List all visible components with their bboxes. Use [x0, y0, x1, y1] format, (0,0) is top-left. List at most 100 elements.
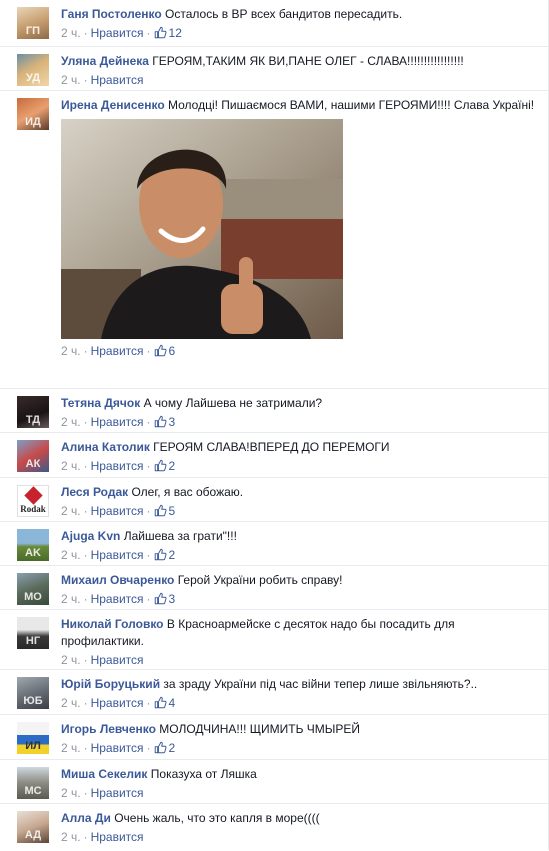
comment-time[interactable]: 2 ч.	[61, 830, 81, 844]
comment-text: за зраду України під час війни тепер лиш…	[163, 677, 478, 691]
comment-author[interactable]: Юрій Боруцький	[61, 677, 160, 691]
like-count[interactable]: 12	[154, 26, 182, 40]
attached-photo[interactable]	[61, 119, 343, 339]
comment-text: Лайшева за грати"!!!	[123, 529, 237, 543]
comment-author[interactable]: Тетяна Дячок	[61, 396, 140, 410]
rodak-logo-text: Rodak	[20, 504, 46, 514]
comment-time[interactable]: 2 ч.	[61, 653, 81, 667]
avatar[interactable]: НГ	[17, 617, 49, 649]
like-count-value: 2	[168, 548, 176, 562]
like-link[interactable]: Нравится	[91, 786, 144, 800]
comment-author[interactable]: Леся Родак	[61, 485, 128, 499]
comment-author[interactable]: Миша Секелик	[61, 767, 147, 781]
like-count-value: 3	[168, 592, 176, 606]
like-count[interactable]: 2	[154, 459, 176, 473]
avatar[interactable]: ИД	[17, 98, 49, 130]
like-link[interactable]: Нравится	[91, 73, 144, 87]
comment-meta: 2 ч. · Нравится · 12	[61, 26, 182, 40]
avatar[interactable]: ИЛ	[17, 722, 49, 754]
comment-meta: 2 ч. · Нравится · 2	[61, 741, 176, 755]
comment-author[interactable]: Уляна Дейнека	[61, 54, 149, 68]
like-count[interactable]: 6	[154, 344, 175, 358]
like-link[interactable]: Нравится	[91, 26, 144, 40]
comment-meta: 2 ч. · Нравится · 4	[61, 696, 176, 710]
comment: УД Уляна Дейнека ГЕРОЯМ,ТАКИМ ЯК ВИ,ПАНЕ…	[0, 46, 548, 91]
comment-meta: 2 ч. · Нравится · 3	[61, 415, 176, 429]
comment-time[interactable]: 2 ч.	[61, 786, 81, 800]
comment-time[interactable]: 2 ч.	[61, 741, 81, 755]
comment: Rodak Леся Родак Олег, я вас обожаю. 2 ч…	[0, 477, 548, 522]
thumbs-up-icon	[154, 741, 167, 754]
comment-text: Показуха от Ляшка	[150, 767, 257, 781]
like-count-value: 12	[168, 26, 182, 40]
comment-author[interactable]: Алина Католик	[61, 440, 150, 454]
like-count-value: 2	[168, 741, 176, 755]
comment-text: Молодці! Пишаємося ВАМИ, нашими ГЕРОЯМИ!…	[168, 98, 535, 112]
comment-author[interactable]: Михаил Овчаренко	[61, 573, 174, 587]
thumbs-up-icon	[154, 459, 167, 472]
like-link[interactable]: Нравится	[91, 696, 144, 710]
like-count-value: 2	[168, 459, 176, 473]
comment-time[interactable]: 2 ч.	[61, 415, 81, 429]
like-count[interactable]: 2	[154, 741, 176, 755]
thumbs-up-icon	[154, 504, 167, 517]
comment: МС Миша Секелик Показуха от Ляшка 2 ч. · Н…	[0, 759, 548, 804]
avatar[interactable]: ТД	[17, 396, 49, 428]
comment-text: А чому Лайшева не затримали?	[143, 396, 323, 410]
comment-meta: 2 ч. · Нравится	[61, 830, 144, 844]
like-link[interactable]: Нравится	[91, 344, 144, 358]
like-link[interactable]: Нравится	[91, 415, 144, 429]
avatar[interactable]: АК	[17, 440, 49, 472]
like-link[interactable]: Нравится	[91, 741, 144, 755]
rodak-logo	[24, 486, 43, 505]
comment: НГ Николай Головко В Красноармейске с де…	[0, 609, 548, 670]
avatar[interactable]: ЮБ	[17, 677, 49, 709]
comment-time[interactable]: 2 ч.	[61, 504, 81, 518]
avatar[interactable]: Rodak	[17, 485, 49, 517]
comment-time[interactable]: 2 ч.	[61, 548, 81, 562]
like-link[interactable]: Нравится	[91, 548, 144, 562]
comment-meta: 2 ч. · Нравится · 2	[61, 459, 176, 473]
thumbs-up-icon	[154, 415, 167, 428]
comment-time[interactable]: 2 ч.	[61, 26, 81, 40]
comment-author[interactable]: Николай Головко	[61, 617, 164, 631]
avatar[interactable]: ГП	[17, 7, 49, 39]
avatar[interactable]: АД	[17, 811, 49, 843]
comment-author[interactable]: Ирена Денисенко	[61, 98, 165, 112]
comment-time[interactable]: 2 ч.	[61, 696, 81, 710]
comment-author[interactable]: Ajuga Kvn	[61, 529, 120, 543]
like-link[interactable]: Нравится	[91, 592, 144, 606]
comment-text: ГЕРОЯМ,ТАКИМ ЯК ВИ,ПАНЕ ОЛЕГ - СЛАВА!!!!…	[152, 54, 464, 68]
avatar[interactable]: МС	[17, 767, 49, 799]
comment: АК Алина Католик ГЕРОЯМ СЛАВА!ВПЕРЕД ДО …	[0, 432, 548, 478]
comment-author[interactable]: Ганя Постоленко	[61, 7, 162, 21]
comment-time[interactable]: 2 ч.	[61, 344, 81, 358]
like-count[interactable]: 3	[154, 415, 175, 429]
like-link[interactable]: Нравится	[91, 830, 144, 844]
like-count[interactable]: 4	[154, 696, 175, 710]
like-link[interactable]: Нравится	[91, 459, 144, 473]
comment-text: Олег, я вас обожаю.	[131, 485, 244, 499]
thumbs-up-icon	[154, 696, 167, 709]
like-count[interactable]: 2	[154, 548, 176, 562]
comment-time[interactable]: 2 ч.	[61, 459, 81, 473]
avatar[interactable]: МО	[17, 573, 49, 605]
avatar[interactable]: AK	[17, 529, 49, 561]
like-count[interactable]: 5	[154, 504, 175, 518]
comment-text: Очень жаль, что это капля в море((((	[114, 811, 320, 825]
comment-text: Герой України робить справу!	[177, 573, 343, 587]
like-count[interactable]: 3	[154, 592, 176, 606]
comment-time[interactable]: 2 ч.	[61, 592, 81, 606]
avatar[interactable]: УД	[17, 54, 49, 86]
like-link[interactable]: Нравится	[91, 504, 144, 518]
comment: ИД Ирена Денисенко Молодці! Пишаємося ВА…	[0, 90, 548, 389]
comment-feed: ГП Ганя Постоленко Осталось в ВР всех ба…	[0, 0, 549, 850]
comment-meta: 2 ч. · Нравится · 6	[61, 344, 176, 358]
comment-author[interactable]: Алла Ди	[61, 811, 111, 825]
comment-time[interactable]: 2 ч.	[61, 73, 81, 87]
comment: ЮБ Юрій Боруцький за зраду України під ч…	[0, 669, 548, 715]
comment-meta: 2 ч. · Нравится	[61, 73, 144, 87]
like-link[interactable]: Нравится	[91, 653, 144, 667]
comment-author[interactable]: Игорь Левченко	[61, 722, 156, 736]
thumbs-up-icon	[154, 548, 167, 561]
